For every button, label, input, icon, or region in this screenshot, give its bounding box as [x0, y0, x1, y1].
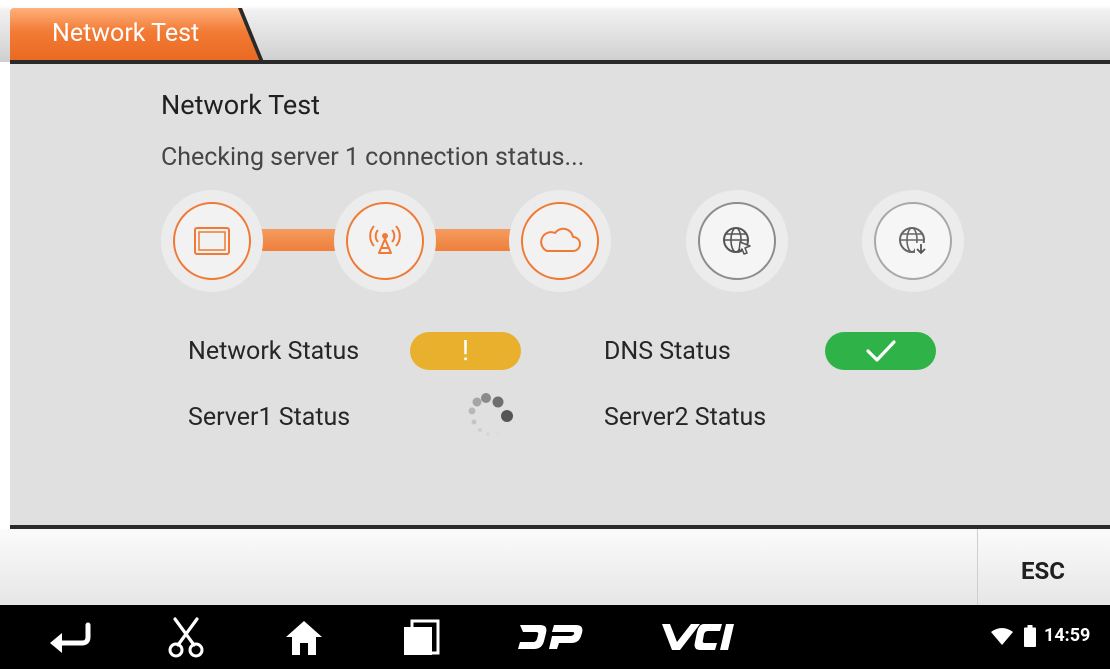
- dns-status-label: DNS Status: [604, 337, 731, 366]
- globe-cursor-icon: [723, 227, 751, 255]
- recent-apps-icon: [404, 619, 440, 655]
- network-status-badge: !: [410, 332, 521, 370]
- home-icon: [286, 621, 322, 655]
- back-icon: [50, 622, 91, 653]
- signal-tower-icon: [369, 225, 401, 254]
- recent-apps-button[interactable]: [402, 605, 442, 669]
- network-status-label: Network Status: [188, 337, 360, 366]
- step-network: [334, 190, 436, 292]
- step-dns: [686, 190, 788, 292]
- server2-status-label: Server2 Status: [604, 403, 767, 432]
- battery-icon: [1024, 625, 1036, 647]
- warning-icon: !: [461, 334, 470, 367]
- step-device: [161, 190, 263, 292]
- dp-button[interactable]: [518, 605, 584, 669]
- page-title: Network Test: [161, 89, 320, 121]
- step-server: [509, 190, 611, 292]
- home-button[interactable]: [282, 605, 326, 669]
- step-server2: [862, 190, 964, 292]
- vci-logo-icon: [662, 624, 734, 650]
- dns-status-badge: [825, 332, 936, 370]
- back-button[interactable]: [42, 605, 94, 669]
- screenshot-button[interactable]: [164, 605, 208, 669]
- progress-connector-1: [255, 229, 346, 251]
- scissors-icon: [168, 617, 204, 658]
- status-bar-time: 14:59: [1044, 625, 1091, 646]
- wifi-icon: [991, 628, 1013, 645]
- progress-connector-2: [430, 229, 520, 251]
- globe-download-icon: [899, 227, 927, 255]
- tablet-icon: [194, 227, 230, 255]
- vci-button[interactable]: [660, 605, 736, 669]
- dp-logo-icon: [518, 625, 583, 649]
- status-message: Checking server 1 connection status...: [161, 143, 585, 172]
- main-panel: [10, 64, 1110, 525]
- cloud-icon: [540, 227, 581, 252]
- loading-spinner-icon: [468, 393, 513, 436]
- action-bar: [0, 529, 1110, 605]
- checkmark-icon: [866, 340, 896, 362]
- tab-label: Network Test: [52, 19, 200, 48]
- server1-status-label: Server1 Status: [188, 403, 351, 432]
- esc-button-label: ESC: [1021, 557, 1065, 585]
